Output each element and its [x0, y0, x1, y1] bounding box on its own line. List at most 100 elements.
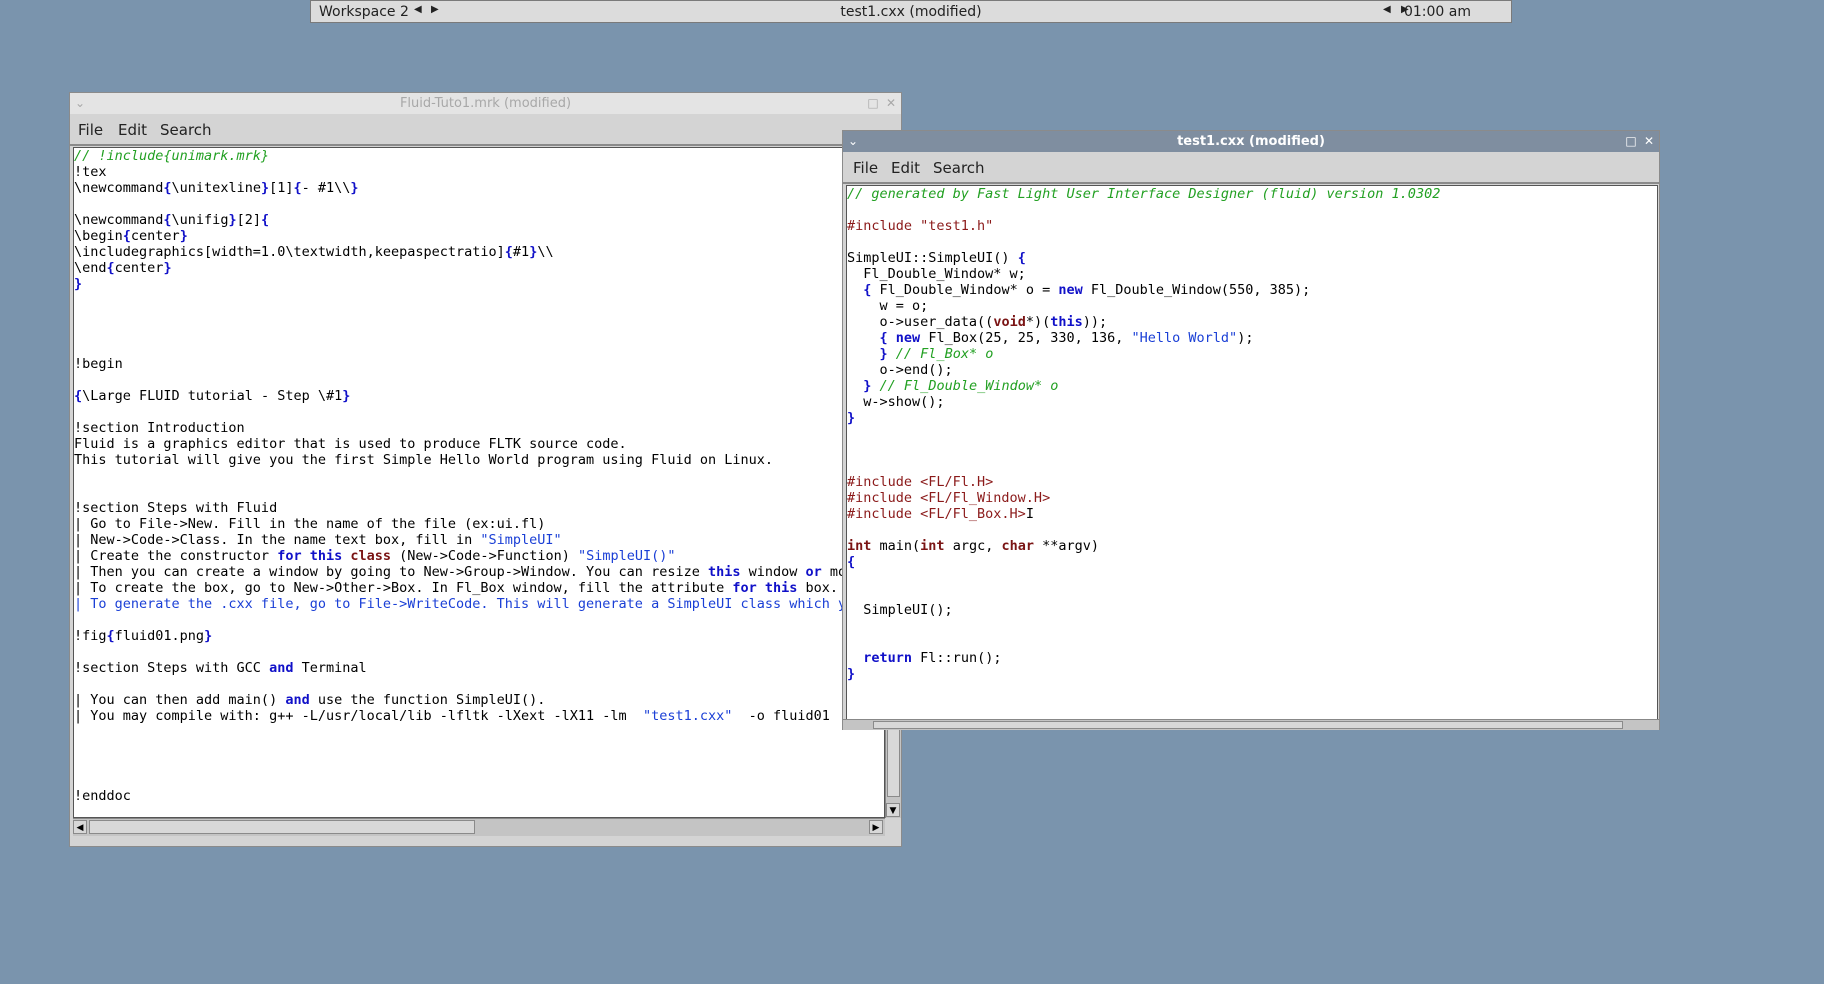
text-editor[interactable]: // !include{unimark.mrk} !tex \newcommand{…	[73, 147, 885, 818]
code-token: use the function SimpleUI().	[309, 692, 546, 708]
code-token: "test1.cxx"	[642, 708, 733, 724]
active-window-title[interactable]: test1.cxx (modified)	[311, 4, 1511, 20]
code-token: {	[847, 554, 856, 570]
code-line: \begin{center}	[74, 228, 884, 244]
vertical-scroll-thumb[interactable]	[887, 727, 900, 797]
code-token: | To generate the .cxx file, go to File-…	[74, 596, 885, 612]
code-line: } // Fl_Double_Window* o	[847, 378, 1657, 394]
code-token: int	[847, 538, 872, 554]
code-token: !enddoc	[74, 788, 131, 804]
code-line: !section Steps with GCC and Terminal	[74, 660, 884, 676]
code-token: and	[285, 692, 310, 708]
taskbar: Workspace 2 ◀ ▶ test1.cxx (modified) ◀ ▶…	[310, 0, 1512, 23]
window-menu-icon[interactable]: ⌄	[72, 93, 88, 114]
code-token: #include "test1.h"	[847, 218, 994, 234]
scroll-down-arrow-icon[interactable]: ▼	[886, 803, 900, 817]
code-token: );	[1237, 330, 1254, 346]
code-line: !fig{fluid01.png}	[74, 628, 884, 644]
code-line: { new Fl_Box(25, 25, 330, 136, "Hello Wo…	[847, 330, 1657, 346]
code-token: // Fl_Box* o	[895, 346, 994, 362]
code-line: }	[847, 666, 1657, 682]
horizontal-scroll-thumb[interactable]	[873, 721, 1623, 729]
code-token: Terminal	[293, 660, 367, 676]
code-token: main(	[871, 538, 921, 554]
code-token: | You may compile with: g++ -L/usr/local…	[74, 708, 643, 724]
horizontal-scrollbar[interactable]	[843, 719, 1659, 730]
code-line: This tutorial will give you the first Si…	[74, 452, 884, 468]
code-token: !tex	[74, 164, 107, 180]
horizontal-scrollbar[interactable]: ◀ ▶	[73, 818, 885, 836]
code-token: }	[163, 260, 172, 276]
window-titlebar[interactable]: ⌄ test1.cxx (modified) □ ✕	[843, 131, 1659, 152]
menu-bar: File Edit Search	[70, 114, 901, 146]
window-prev-arrow-icon[interactable]: ◀	[1383, 4, 1391, 15]
code-token: \newcommand	[74, 180, 164, 196]
code-line: | To generate the .cxx file, go to File-…	[74, 596, 884, 612]
menu-file[interactable]: File	[78, 121, 103, 139]
code-token: argc,	[944, 538, 1002, 554]
menu-edit[interactable]: Edit	[891, 159, 920, 177]
window-title: test1.cxx (modified)	[1177, 134, 1325, 149]
code-line: | You can then add main() and use the fu…	[74, 692, 884, 708]
code-token: {	[106, 628, 115, 644]
editor-window-mrk[interactable]: ⌄ Fluid-Tuto1.mrk (modified) □ ✕ File Ed…	[69, 92, 902, 847]
menu-edit[interactable]: Edit	[118, 121, 147, 139]
code-token: \end	[74, 260, 107, 276]
code-token: {	[879, 330, 888, 346]
scroll-left-arrow-icon[interactable]: ◀	[73, 820, 87, 834]
code-token: "SimpleUI()"	[577, 548, 676, 564]
window-titlebar[interactable]: ⌄ Fluid-Tuto1.mrk (modified) □ ✕	[70, 93, 901, 114]
code-token: - #1\\	[301, 180, 351, 196]
code-token: Fl::run();	[912, 650, 1002, 666]
code-token: | Create the constructor	[74, 548, 278, 564]
code-token: new	[1058, 282, 1083, 298]
code-token: (New->Code->Function)	[391, 548, 578, 564]
horizontal-scroll-thumb[interactable]	[89, 820, 475, 834]
window-menu-icon[interactable]: ⌄	[845, 131, 861, 152]
code-token: box.	[797, 580, 839, 596]
code-line: } // Fl_Box* o	[847, 346, 1657, 362]
code-line: #include <FL/Fl_Box.H>I	[847, 506, 1657, 522]
close-icon[interactable]: ✕	[883, 93, 899, 114]
code-token: }	[204, 628, 213, 644]
maximize-icon[interactable]: □	[1623, 131, 1639, 152]
code-token: \begin	[74, 228, 123, 244]
menu-search[interactable]: Search	[160, 121, 212, 139]
menu-search[interactable]: Search	[933, 159, 985, 177]
code-token: }	[74, 276, 83, 292]
text-editor[interactable]: // generated by Fast Light User Interfac…	[846, 185, 1658, 721]
scroll-right-arrow-icon[interactable]: ▶	[869, 820, 883, 834]
code-token: this	[309, 548, 343, 564]
code-token: // !include{unimark.mrk}	[74, 148, 270, 164]
code-token: #include <FL/Fl.H>	[847, 474, 994, 490]
close-icon[interactable]: ✕	[1641, 131, 1657, 152]
code-line: | You may compile with: g++ -L/usr/local…	[74, 708, 884, 724]
editor-window-cxx[interactable]: ⌄ test1.cxx (modified) □ ✕ File Edit Sea…	[842, 130, 1660, 730]
maximize-icon[interactable]: □	[865, 93, 881, 114]
code-token: }	[228, 212, 237, 228]
code-line: !tex	[74, 164, 884, 180]
code-token: this	[1050, 314, 1083, 330]
code-line: SimpleUI::SimpleUI() {	[847, 250, 1657, 266]
code-token: !begin	[74, 356, 123, 372]
code-token: Fl_Double_Window* o =	[871, 282, 1059, 298]
code-line: {\Large FLUID tutorial - Step \#1}	[74, 388, 884, 404]
code-token: }	[342, 388, 351, 404]
code-token: {	[163, 180, 172, 196]
code-token: | Then you can create a window by going …	[74, 564, 708, 580]
code-line: // !include{unimark.mrk}	[74, 148, 884, 164]
menu-file[interactable]: File	[853, 159, 878, 177]
code-token: for	[732, 580, 757, 596]
